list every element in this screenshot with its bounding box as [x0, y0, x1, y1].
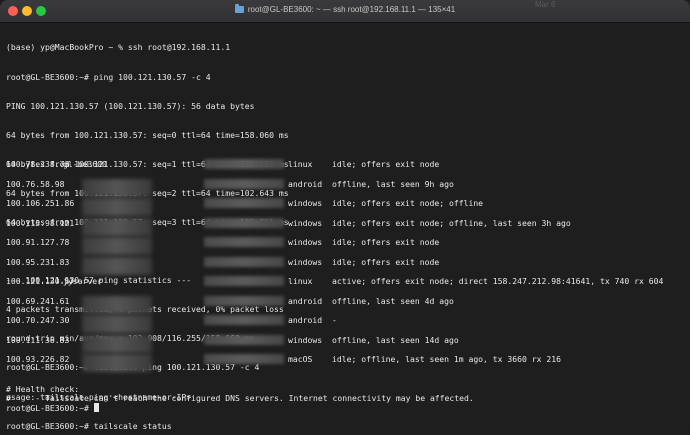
redacted-user [204, 354, 284, 364]
health-check-header: # Health check: [6, 383, 80, 394]
status-row: 100.91.127.78 windows idle; offers exit … [6, 237, 690, 257]
terminal-line: (base) yp@MacBookPro ~ % ssh root@192.16… [6, 42, 231, 53]
status-row: 100.70.247.30 android - [6, 315, 690, 335]
status-hostname: gl-be3600 [63, 159, 107, 169]
redacted-user [204, 159, 284, 169]
status-os: windows [288, 237, 323, 247]
terminal-line: root@GL-BE3600:~# tailscale status [6, 420, 172, 431]
health-check-message: # - Tailscale can't reach the configured… [6, 393, 474, 404]
status-ip: 100.95.231.83 [6, 256, 70, 267]
terminal-window: Mar 6 root@GL-BE3600: ~ — ssh root@192.1… [0, 0, 690, 435]
status-row: 100.78.238.73 gl-be3600 linux idle; offe… [6, 159, 690, 179]
status-row: 100.106.251.86 windows idle; offers exit… [6, 198, 690, 218]
tailscale-status-table: 100.78.238.73 gl-be3600 linux idle; offe… [6, 159, 690, 413]
status-state: offline, last seen 14d ago [332, 334, 459, 345]
status-state: idle; offers exit node [332, 256, 440, 267]
redacted-hostname [82, 178, 152, 197]
redacted-user [204, 217, 284, 228]
status-ip: 100.111.36.83 [6, 334, 70, 345]
status-state: active; offers exit node; direct 158.247… [332, 276, 664, 286]
status-os: linux [288, 276, 313, 286]
redacted-user [204, 295, 284, 306]
status-row: 100.93.226.82 macOS idle; offline, last … [6, 354, 690, 374]
status-ip: 100.69.241.61 [6, 295, 70, 306]
redacted-user [204, 256, 284, 267]
status-ip: 100.113.98.121 [6, 217, 75, 228]
status-ip: 100.70.247.30 [6, 315, 70, 325]
status-os: linux [288, 159, 313, 169]
redacted-hostname [82, 237, 152, 255]
status-row: 100.113.98.121 windows idle; offers exit… [6, 217, 690, 238]
redacted-hostname [82, 256, 152, 275]
redacted-user [204, 198, 284, 208]
status-os: windows [288, 256, 323, 267]
redacted-user [204, 178, 284, 189]
status-ip: 100.76.58.98 [6, 178, 65, 189]
redacted-user [204, 276, 284, 286]
redacted-hostname [82, 198, 152, 216]
command-prompt[interactable]: root@GL-BE3600:~# [6, 402, 690, 413]
text-cursor [93, 402, 99, 412]
status-hostname: jyserver [63, 276, 102, 286]
status-os: macOS [288, 354, 313, 364]
prompt-text: root@GL-BE3600:~# [6, 402, 94, 413]
status-os: windows [288, 334, 323, 345]
status-os: android [288, 315, 323, 325]
redacted-user [204, 237, 284, 247]
status-row: 100.111.36.83 windows offline, last seen… [6, 334, 690, 355]
status-row: 100.76.58.98 android offline, last seen … [6, 178, 690, 199]
status-state: offline, last seen 9h ago [332, 178, 454, 189]
status-state: idle; offers exit node; offline, last se… [332, 217, 571, 228]
status-state: idle; offers exit node; offline [332, 198, 484, 208]
status-state: idle; offers exit node [332, 159, 440, 169]
window-title-text: root@GL-BE3600: ~ — ssh root@192.168.11.… [247, 5, 456, 14]
redacted-hostname [82, 354, 152, 372]
status-os: android [288, 178, 323, 189]
status-row: 100.121.130.57 jyserver linux active; of… [6, 276, 690, 296]
terminal-line: 64 bytes from 100.121.130.57: seq=0 ttl=… [6, 129, 289, 140]
folder-icon [234, 4, 244, 13]
terminal-line: root@GL-BE3600:~# ping 100.121.130.57 -c… [6, 71, 211, 82]
status-ip: 100.93.226.82 [6, 354, 70, 364]
terminal-line: PING 100.121.130.57 (100.121.130.57): 56… [6, 100, 255, 111]
status-ip: 100.91.127.78 [6, 237, 70, 247]
redacted-hostname [82, 295, 152, 314]
status-ip: 100.78.238.73 [6, 159, 70, 169]
status-state: idle; offline, last seen 1m ago, tx 3660… [332, 354, 562, 364]
window-title: root@GL-BE3600: ~ — ssh root@192.168.11.… [0, 4, 690, 14]
status-state: idle; offers exit node [332, 237, 440, 247]
status-state: - [332, 315, 337, 325]
status-row: 100.69.241.61 android offline, last seen… [6, 295, 690, 316]
redacted-hostname [82, 315, 152, 333]
redacted-hostname [82, 334, 152, 353]
status-os: android [288, 295, 323, 306]
status-ip: 100.106.251.86 [6, 198, 75, 208]
status-os: windows [288, 198, 323, 208]
status-row: 100.95.231.83 windows idle; offers exit … [6, 256, 690, 277]
redacted-user [204, 334, 284, 345]
status-state: offline, last seen 4d ago [332, 295, 454, 306]
title-bar[interactable]: Mar 6 root@GL-BE3600: ~ — ssh root@192.1… [0, 0, 690, 23]
redacted-user [204, 315, 284, 325]
redacted-hostname [82, 217, 152, 236]
status-os: windows [288, 217, 323, 228]
